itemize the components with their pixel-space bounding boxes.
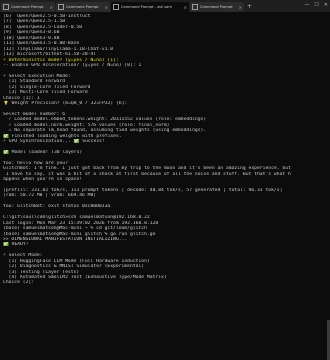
- close-icon[interactable]: ×: [239, 5, 242, 10]
- tab-command-prompt-2[interactable]: Command Prompt ×: [56, 2, 110, 12]
- close-icon[interactable]: ×: [184, 5, 187, 10]
- tab-command-prompt-4[interactable]: Command Prompt ×: [190, 2, 244, 12]
- close-icon[interactable]: ×: [50, 5, 53, 10]
- console-line: GlitchBot: I'm fine. I just got back fro…: [3, 166, 291, 172]
- terminal-window: Command Prompt × Command Prompt × Comman…: [0, 0, 330, 360]
- maximize-button[interactable]: ☐: [314, 2, 318, 8]
- tab-label: Command Prompt: [11, 5, 44, 9]
- tab-command-prompt-1[interactable]: Command Prompt ×: [1, 2, 55, 12]
- terminal-icon: [3, 4, 9, 10]
- tab-label: Command Prompt: [66, 5, 99, 9]
- terminal-icon: [192, 4, 198, 10]
- terminal-icon: [113, 4, 119, 10]
- console-line: Choice [2]:: [3, 280, 35, 286]
- tab-label: Command Prompt - ssh sam: [121, 5, 172, 9]
- terminal-output[interactable]: [6] Qwen/Qwen2.5-0.5B-Instruct [7] Qwen/Q…: [3, 14, 327, 358]
- new-tab-button[interactable]: +: [247, 2, 252, 12]
- window-controls: — ☐ ✕: [304, 2, 328, 8]
- tab-command-prompt-ssh[interactable]: Command Prompt - ssh sam ×: [111, 2, 189, 12]
- close-icon[interactable]: ×: [105, 5, 108, 10]
- minimize-button[interactable]: —: [304, 2, 309, 8]
- tab-bar: Command Prompt × Command Prompt × Comman…: [0, 0, 330, 12]
- close-window-button[interactable]: ✕: [324, 2, 328, 8]
- tab-label: Command Prompt: [200, 5, 233, 9]
- terminal-icon: [58, 4, 64, 10]
